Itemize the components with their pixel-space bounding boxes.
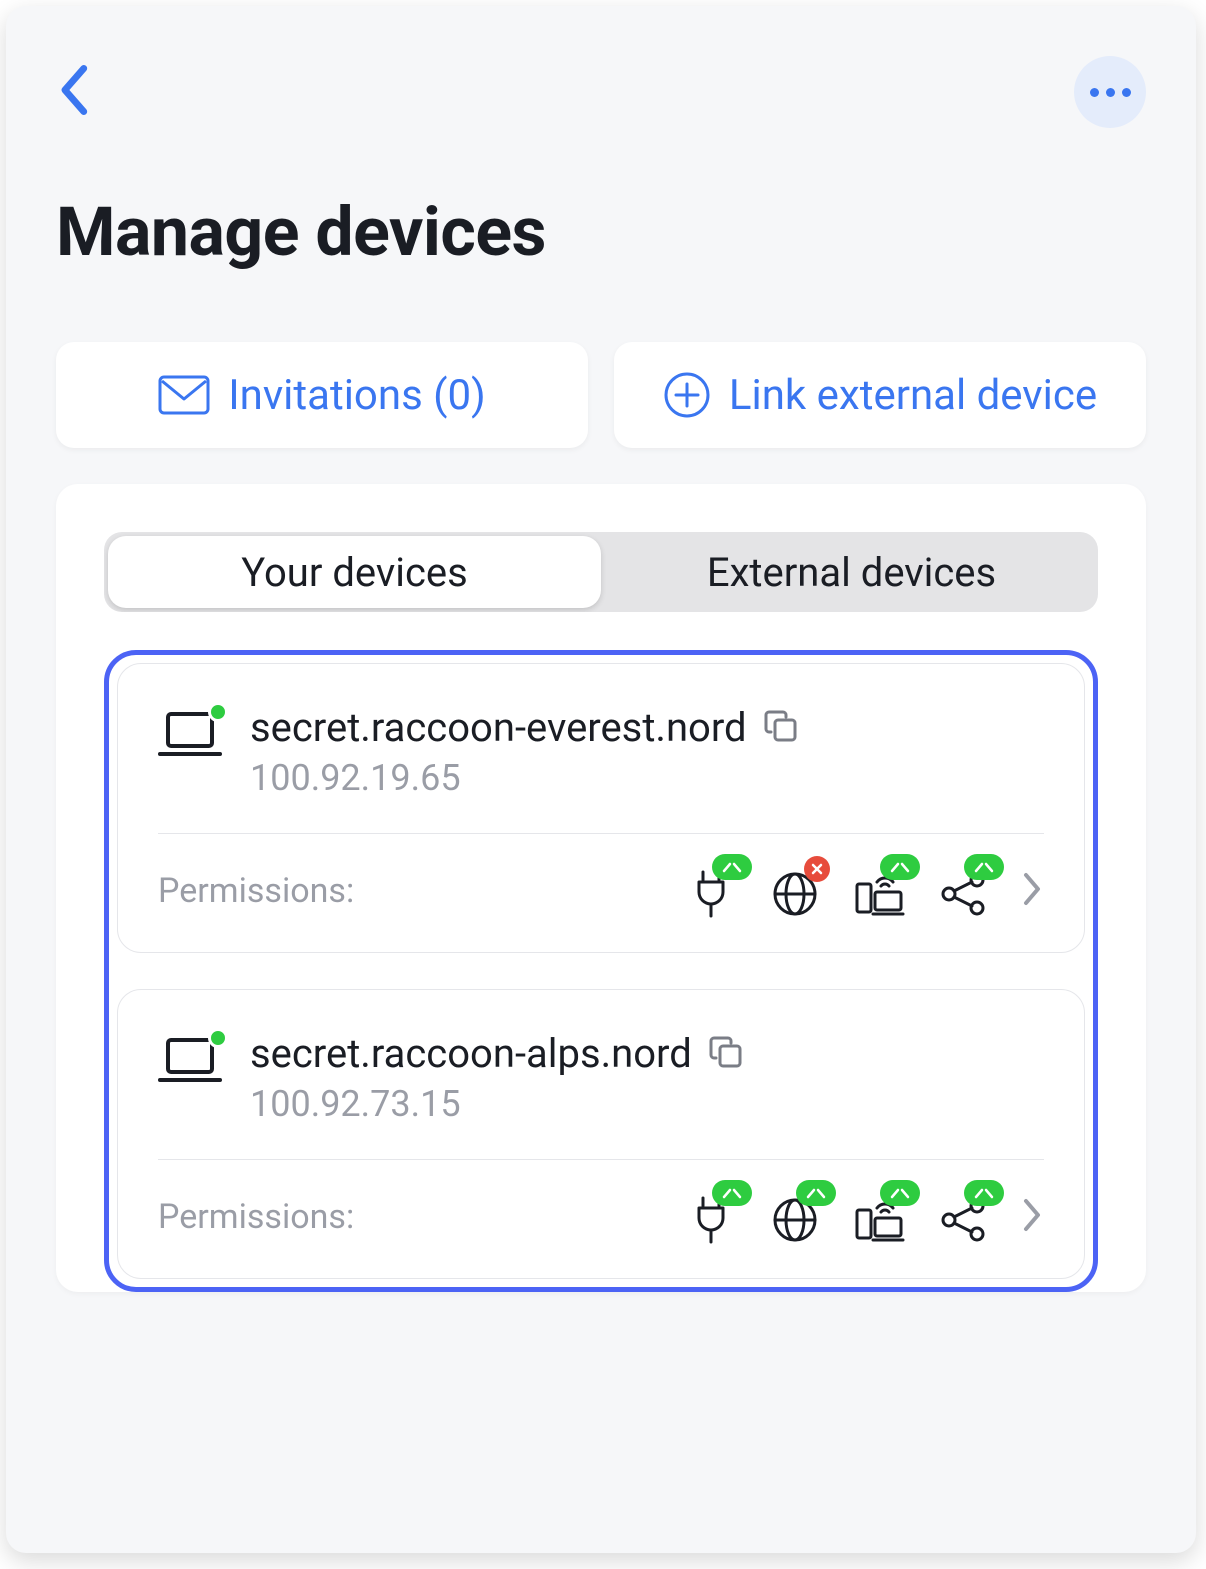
- permissions-label: Permissions:: [158, 871, 354, 911]
- status-badge-disabled: [804, 856, 830, 882]
- mail-icon: [158, 375, 210, 415]
- invitations-label: Invitations (0): [228, 371, 486, 420]
- status-badge-enabled: [880, 1180, 920, 1206]
- tab-your-devices[interactable]: Your devices: [108, 536, 601, 608]
- permission-devices: [852, 1190, 906, 1244]
- chevron-right-icon: [1020, 1195, 1044, 1235]
- status-online-dot: [208, 702, 228, 722]
- device-ip: 100.92.19.65: [250, 757, 1044, 799]
- permission-globe: [768, 864, 822, 918]
- tab-your-devices-label: Your devices: [241, 549, 468, 596]
- permission-devices: [852, 864, 906, 918]
- permissions-icons: [684, 1190, 1044, 1244]
- invitations-button[interactable]: Invitations (0): [56, 342, 588, 448]
- page-title: Manage devices: [56, 192, 1146, 272]
- link-external-device-button[interactable]: Link external device: [614, 342, 1146, 448]
- more-options-button[interactable]: [1074, 56, 1146, 128]
- status-badge-enabled: [712, 1180, 752, 1206]
- laptop-icon: [158, 710, 222, 758]
- permission-power: [684, 1190, 738, 1244]
- tab-external-devices[interactable]: External devices: [605, 532, 1098, 612]
- permissions-detail-button[interactable]: [1020, 1195, 1044, 1239]
- chevron-right-icon: [1020, 869, 1044, 909]
- status-badge-enabled: [796, 1180, 836, 1206]
- permission-globe: [768, 1190, 822, 1244]
- copy-icon: [763, 708, 799, 744]
- copy-icon: [708, 1034, 744, 1070]
- back-button[interactable]: [56, 63, 90, 121]
- status-badge-enabled: [880, 854, 920, 880]
- status-badge-enabled: [964, 854, 1004, 880]
- device-name: secret.raccoon-alps.nord: [250, 1030, 692, 1077]
- permission-power: [684, 864, 738, 918]
- device-card: secret.raccoon-everest.nord 100.92.19.65…: [117, 663, 1085, 953]
- plus-circle-icon: [663, 371, 711, 419]
- permission-share: [936, 864, 990, 918]
- devices-list-frame: secret.raccoon-everest.nord 100.92.19.65…: [104, 650, 1098, 1292]
- link-external-label: Link external device: [729, 371, 1097, 420]
- device-name: secret.raccoon-everest.nord: [250, 704, 747, 751]
- status-online-dot: [208, 1028, 228, 1048]
- more-horizontal-icon: [1090, 88, 1131, 97]
- divider: [158, 1159, 1044, 1160]
- laptop-icon: [158, 1036, 222, 1084]
- copy-button[interactable]: [763, 708, 799, 748]
- device-ip: 100.92.73.15: [250, 1083, 1044, 1125]
- devices-panel: Your devices External devices secret.rac…: [56, 484, 1146, 1292]
- status-badge-enabled: [712, 854, 752, 880]
- permissions-icons: [684, 864, 1044, 918]
- permissions-detail-button[interactable]: [1020, 869, 1044, 913]
- divider: [158, 833, 1044, 834]
- chevron-left-icon: [56, 63, 90, 117]
- permissions-label: Permissions:: [158, 1197, 354, 1237]
- device-tabs: Your devices External devices: [104, 532, 1098, 612]
- copy-button[interactable]: [708, 1034, 744, 1074]
- permission-share: [936, 1190, 990, 1244]
- device-card: secret.raccoon-alps.nord 100.92.73.15 Pe…: [117, 989, 1085, 1279]
- status-badge-enabled: [964, 1180, 1004, 1206]
- tab-external-devices-label: External devices: [707, 549, 996, 596]
